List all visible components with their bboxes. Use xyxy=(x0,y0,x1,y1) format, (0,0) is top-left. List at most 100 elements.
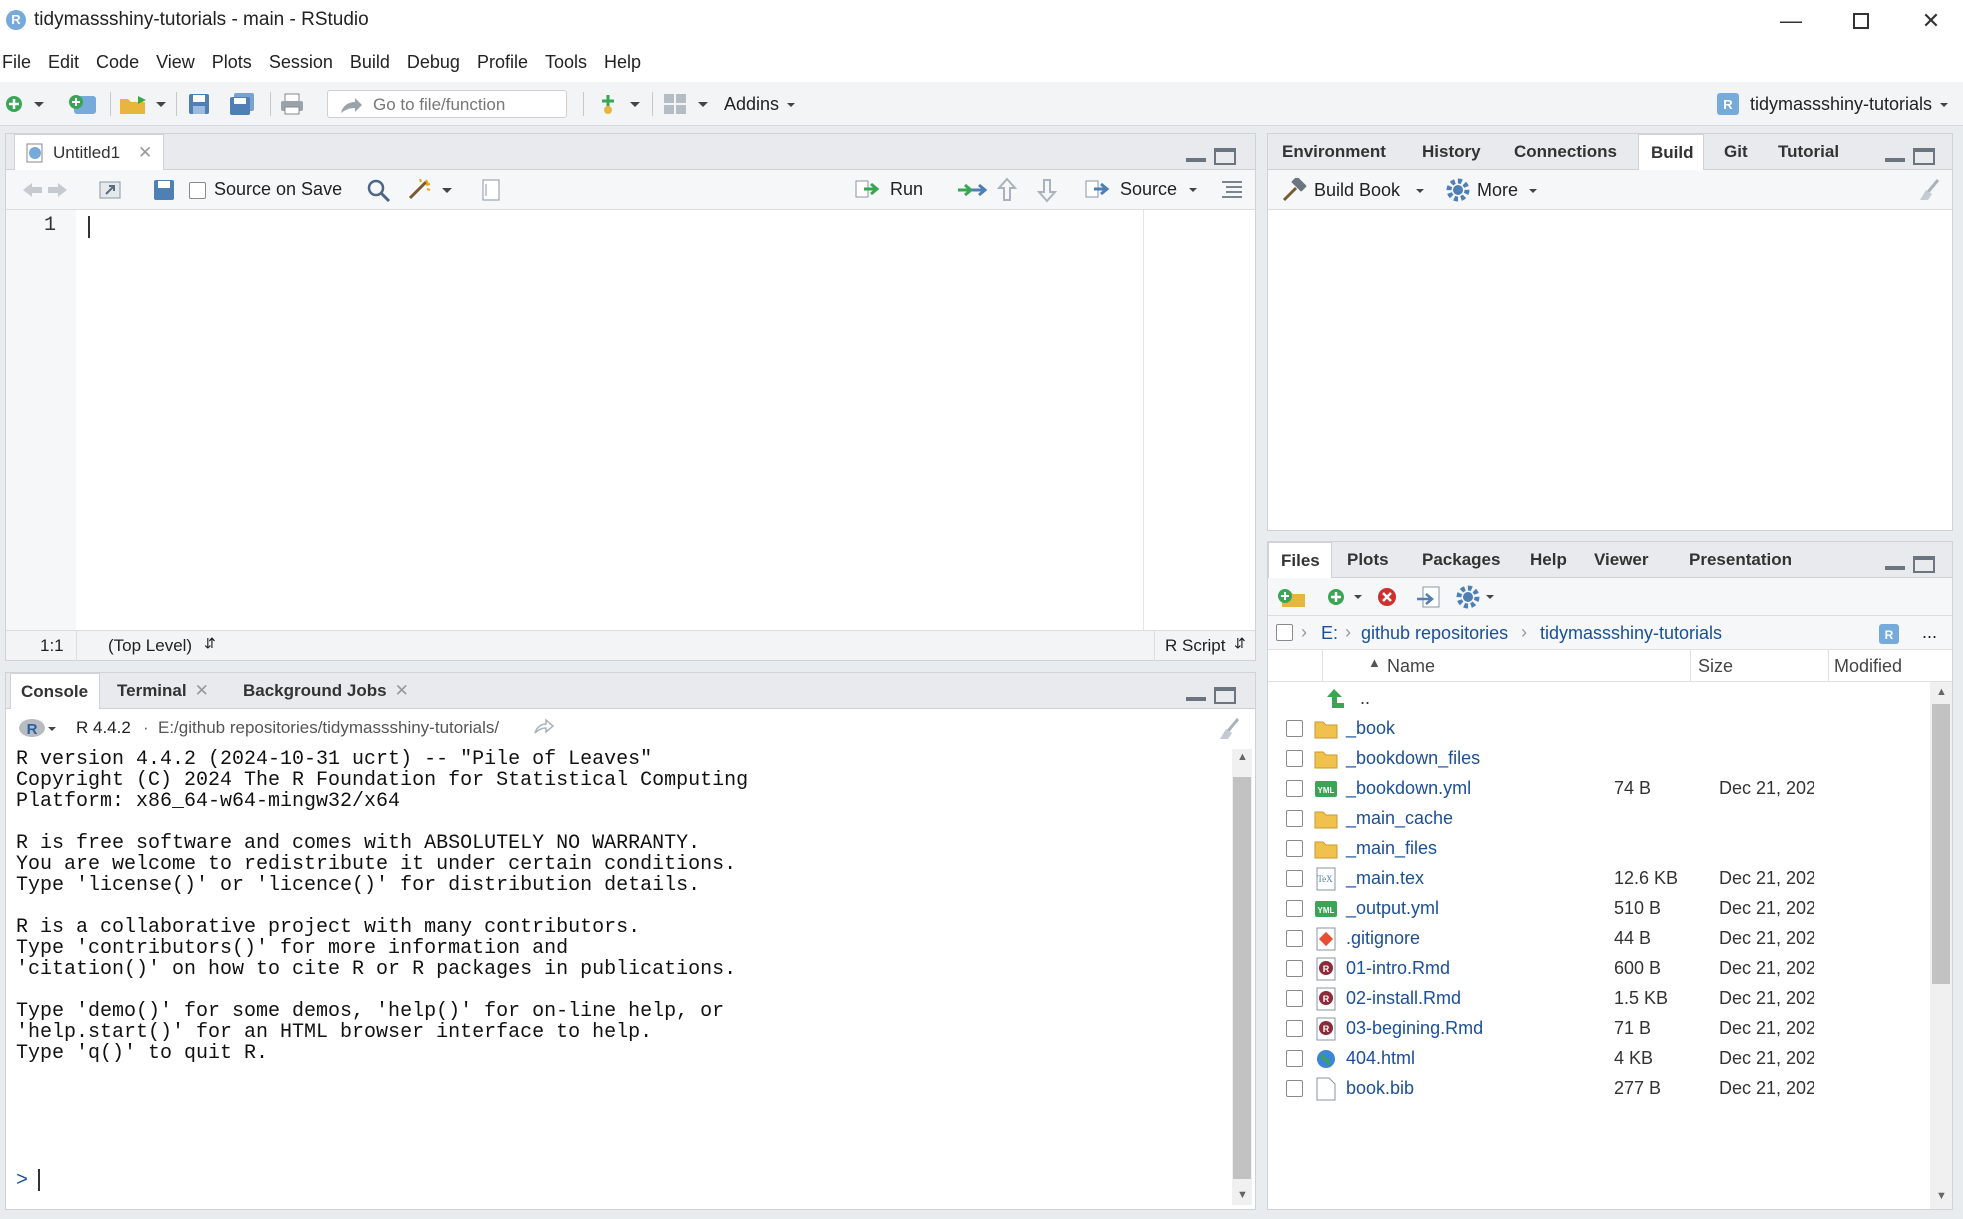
menu-view[interactable]: View xyxy=(156,52,195,73)
menu-tools[interactable]: Tools xyxy=(545,52,587,73)
run-button[interactable]: Run xyxy=(854,178,923,200)
file-name-link[interactable]: _main_files xyxy=(1346,838,1437,859)
file-row[interactable]: _main_cache xyxy=(1268,804,1814,834)
file-name-link[interactable]: _main_cache xyxy=(1346,808,1453,829)
file-row[interactable]: _bookdown_files xyxy=(1268,744,1814,774)
project-menu[interactable]: R tidymassshiny-tutorials xyxy=(1716,91,1954,117)
menu-session[interactable]: Session xyxy=(269,52,333,73)
new-file-icon[interactable] xyxy=(4,91,44,117)
file-checkbox[interactable] xyxy=(1286,810,1303,827)
file-checkbox[interactable] xyxy=(1286,1050,1303,1067)
minimize-pane-icon[interactable] xyxy=(1186,687,1206,701)
r-version-icon[interactable]: R xyxy=(18,717,58,739)
clear-broom-icon[interactable] xyxy=(1916,178,1942,202)
file-checkbox[interactable] xyxy=(1286,750,1303,767)
clear-console-broom-icon[interactable] xyxy=(1216,717,1242,741)
tab-packages[interactable]: Packages xyxy=(1422,542,1500,578)
close-tab-icon[interactable]: ✕ xyxy=(138,135,152,171)
minimize-pane-icon[interactable] xyxy=(1885,556,1905,570)
rerun-icon[interactable] xyxy=(956,178,988,202)
back-forward-icon[interactable] xyxy=(20,180,70,200)
more-menu-button[interactable]: More xyxy=(1445,177,1542,203)
file-checkbox[interactable] xyxy=(1286,840,1303,857)
file-row[interactable]: R 03-begining.Rmd 71 B Dec 21, 2024, xyxy=(1268,1014,1814,1044)
file-row[interactable]: YML _output.yml 510 B Dec 21, 2024, xyxy=(1268,894,1814,924)
tab-environment[interactable]: Environment xyxy=(1282,134,1386,170)
menu-plots[interactable]: Plots xyxy=(212,52,252,73)
file-checkbox[interactable] xyxy=(1286,960,1303,977)
file-checkbox[interactable] xyxy=(1286,990,1303,1007)
menu-code[interactable]: Code xyxy=(96,52,139,73)
file-type-selector[interactable]: R Script xyxy=(1165,636,1225,656)
file-name-link[interactable]: .gitignore xyxy=(1346,928,1420,949)
scroll-up-icon[interactable]: ▲ xyxy=(1936,686,1947,698)
scroll-down-icon[interactable]: ▼ xyxy=(1936,1190,1947,1202)
delete-icon[interactable] xyxy=(1375,585,1399,609)
tab-console[interactable]: Console xyxy=(10,673,100,709)
vcs-git-icon[interactable] xyxy=(596,91,644,117)
tab-untitled1[interactable]: Untitled1 ✕ xyxy=(14,134,164,170)
scroll-down-icon[interactable]: ▼ xyxy=(1237,1189,1248,1201)
new-project-icon[interactable] xyxy=(66,91,100,117)
file-checkbox[interactable] xyxy=(1286,780,1303,797)
close-window-button[interactable]: ✕ xyxy=(1896,0,1963,42)
go-to-project-icon[interactable]: R xyxy=(1878,623,1900,645)
menu-help[interactable]: Help xyxy=(604,52,641,73)
menu-build[interactable]: Build xyxy=(350,52,390,73)
parent-directory-row[interactable]: .. xyxy=(1268,684,1814,714)
menu-profile[interactable]: Profile xyxy=(477,52,528,73)
console-scrollbar[interactable]: ▲ ▼ xyxy=(1232,749,1252,1205)
show-in-window-icon[interactable] xyxy=(98,178,124,202)
tab-git[interactable]: Git xyxy=(1724,134,1748,170)
console-prompt[interactable]: > xyxy=(16,1169,41,1192)
tab-plots[interactable]: Plots xyxy=(1347,542,1389,578)
scroll-thumb[interactable] xyxy=(1932,704,1950,984)
go-to-previous-section-icon[interactable] xyxy=(996,176,1018,204)
file-checkbox[interactable] xyxy=(1286,1020,1303,1037)
file-row[interactable]: R 01-intro.Rmd 600 B Dec 21, 2024, xyxy=(1268,954,1814,984)
tab-build[interactable]: Build xyxy=(1638,134,1704,170)
print-icon[interactable] xyxy=(279,91,305,117)
breadcrumb-folder[interactable]: github repositories xyxy=(1361,623,1508,644)
menu-file[interactable]: File xyxy=(2,52,31,73)
file-name-link[interactable]: 01-intro.Rmd xyxy=(1346,958,1450,979)
go-to-file-input[interactable]: Go to file/function xyxy=(327,90,567,118)
file-checkbox[interactable] xyxy=(1286,900,1303,917)
column-name[interactable]: Name xyxy=(1387,656,1435,677)
file-row[interactable]: _book xyxy=(1268,714,1814,744)
file-name-link[interactable]: book.bib xyxy=(1346,1078,1414,1099)
file-checkbox[interactable] xyxy=(1286,1080,1303,1097)
addins-menu[interactable]: Addins xyxy=(724,91,801,117)
scroll-up-icon[interactable]: ▲ xyxy=(1237,751,1248,763)
files-scrollbar[interactable]: ▲ ▼ xyxy=(1930,682,1952,1209)
file-row[interactable]: R 02-install.Rmd 1.5 KB Dec 21, 2024, xyxy=(1268,984,1814,1014)
build-book-button[interactable]: Build Book xyxy=(1280,178,1430,202)
go-to-directory-icon[interactable] xyxy=(533,718,555,736)
file-row[interactable]: TeX _main.tex 12.6 KB Dec 21, 2024, xyxy=(1268,864,1814,894)
file-name-link[interactable]: _output.yml xyxy=(1346,898,1439,919)
search-icon[interactable] xyxy=(366,178,392,202)
close-tab-icon[interactable]: ✕ xyxy=(395,681,409,700)
file-row[interactable]: book.bib 277 B Dec 21, 2024, xyxy=(1268,1074,1814,1104)
save-icon[interactable] xyxy=(187,91,211,117)
file-name-link[interactable]: 02-install.Rmd xyxy=(1346,988,1461,1009)
tab-terminal[interactable]: Terminal ✕ xyxy=(117,673,209,709)
file-name-link[interactable]: 404.html xyxy=(1346,1048,1415,1069)
new-blank-file-icon[interactable] xyxy=(1326,585,1364,609)
document-outline-icon[interactable] xyxy=(1220,178,1244,200)
compile-report-icon[interactable] xyxy=(480,178,502,202)
breadcrumb-current[interactable]: tidymassshiny-tutorials xyxy=(1540,623,1722,644)
rename-icon[interactable] xyxy=(1415,585,1443,609)
file-name-link[interactable]: _main.tex xyxy=(1346,868,1424,889)
column-size[interactable]: Size xyxy=(1698,656,1733,677)
new-folder-icon[interactable] xyxy=(1276,585,1308,609)
tab-history[interactable]: History xyxy=(1422,134,1481,170)
minimize-pane-icon[interactable] xyxy=(1186,148,1206,162)
more-dots-button[interactable]: ... xyxy=(1922,622,1937,643)
more-gear-icon[interactable] xyxy=(1454,583,1498,611)
open-file-icon[interactable] xyxy=(118,91,168,117)
column-modified[interactable]: Modified xyxy=(1834,656,1902,677)
source-button[interactable]: Source xyxy=(1084,178,1203,200)
menu-debug[interactable]: Debug xyxy=(407,52,460,73)
go-to-next-section-icon[interactable] xyxy=(1036,176,1058,204)
